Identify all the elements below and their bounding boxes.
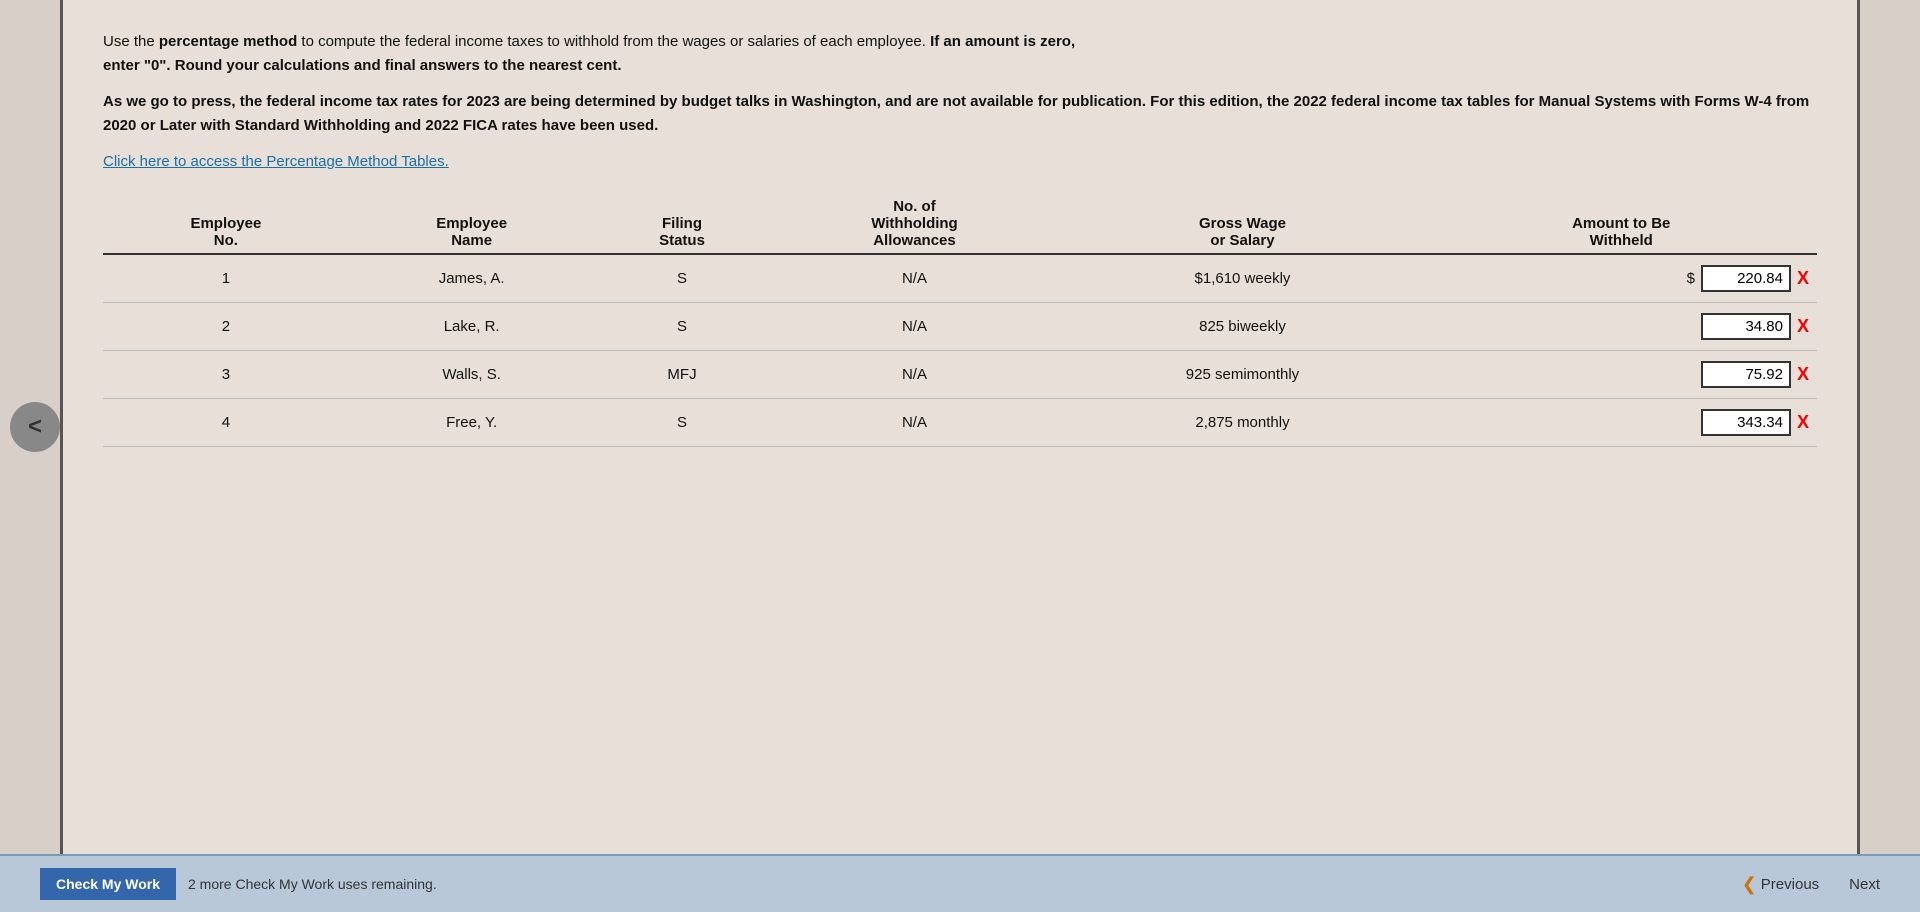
cell-emp-no-3: 4: [103, 399, 349, 447]
remaining-uses-text: 2 more Check My Work uses remaining.: [188, 876, 437, 892]
cell-emp-name-0: James, A.: [349, 254, 595, 303]
col-employee-no-header: Employee: [103, 194, 349, 232]
cell-allowances-0: N/A: [769, 254, 1059, 303]
cell-filing-status-3: S: [595, 399, 770, 447]
percentage-method-link[interactable]: Click here to access the Percentage Meth…: [103, 150, 1817, 174]
col-employee-name-header: Employee: [349, 194, 595, 232]
cell-allowances-2: N/A: [769, 351, 1059, 399]
data-table-wrapper: Employee Employee Filing No. of Withhold…: [103, 194, 1817, 447]
next-label: Next: [1849, 876, 1880, 893]
cell-amount-2: X: [1426, 351, 1818, 399]
cell-emp-no-1: 2: [103, 303, 349, 351]
left-chevron-icon: <: [28, 413, 42, 441]
col-no-subheader: No.: [103, 232, 349, 254]
col-allowances-subheader: Allowances: [769, 232, 1059, 254]
intro-para-1: Use the percentage method to compute the…: [103, 30, 1817, 78]
footer-right: ❮ Previous Next: [1742, 874, 1880, 895]
cell-emp-name-3: Free, Y.: [349, 399, 595, 447]
left-nav-arrow[interactable]: <: [10, 402, 60, 452]
cell-allowances-1: N/A: [769, 303, 1059, 351]
footer-bar: Check My Work 2 more Check My Work uses …: [0, 854, 1920, 912]
cell-emp-no-2: 3: [103, 351, 349, 399]
check-my-work-button[interactable]: Check My Work: [40, 868, 176, 900]
cell-emp-name-2: Walls, S.: [349, 351, 595, 399]
previous-label: Previous: [1761, 876, 1819, 893]
intro-para-2: As we go to press, the federal income ta…: [103, 90, 1817, 138]
cell-amount-3: X: [1426, 399, 1818, 447]
col-filing-status-header: Filing: [595, 194, 770, 232]
col-salary-subheader: or Salary: [1059, 232, 1425, 254]
col-withheld-subheader: Withheld: [1426, 232, 1818, 254]
cell-wage-1: 825 biweekly: [1059, 303, 1425, 351]
cell-amount-0: $ X: [1426, 254, 1818, 303]
col-withholding-allowances-header: No. of Withholding: [769, 194, 1059, 232]
cell-emp-name-1: Lake, R.: [349, 303, 595, 351]
col-amount-withheld-header: Amount to Be: [1426, 194, 1818, 232]
table-header-row-1: Employee Employee Filing No. of Withhold…: [103, 194, 1817, 232]
cell-filing-status-2: MFJ: [595, 351, 770, 399]
cell-wage-0: $1,610 weekly: [1059, 254, 1425, 303]
col-name-subheader: Name: [349, 232, 595, 254]
amount-input-2[interactable]: [1701, 361, 1791, 388]
footer-left: Check My Work 2 more Check My Work uses …: [40, 868, 437, 900]
cell-wage-2: 925 semimonthly: [1059, 351, 1425, 399]
cell-wage-3: 2,875 monthly: [1059, 399, 1425, 447]
table-row: 4 Free, Y. S N/A 2,875 monthly X: [103, 399, 1817, 447]
cell-emp-no-0: 1: [103, 254, 349, 303]
cell-filing-status-1: S: [595, 303, 770, 351]
cell-allowances-3: N/A: [769, 399, 1059, 447]
amount-input-0[interactable]: [1701, 265, 1791, 292]
clear-button-2[interactable]: X: [1797, 364, 1809, 385]
amount-input-1[interactable]: [1701, 313, 1791, 340]
col-status-subheader: Status: [595, 232, 770, 254]
amount-input-3[interactable]: [1701, 409, 1791, 436]
next-button[interactable]: Next: [1849, 876, 1880, 893]
intro-section: Use the percentage method to compute the…: [103, 30, 1817, 174]
dollar-sign: $: [1687, 270, 1695, 287]
table-row: 3 Walls, S. MFJ N/A 925 semimonthly X: [103, 351, 1817, 399]
clear-button-1[interactable]: X: [1797, 316, 1809, 337]
table-row: 2 Lake, R. S N/A 825 biweekly X: [103, 303, 1817, 351]
employees-table: Employee Employee Filing No. of Withhold…: [103, 194, 1817, 447]
previous-chevron-icon: ❮: [1742, 874, 1757, 895]
previous-button[interactable]: ❮ Previous: [1742, 874, 1819, 895]
table-row: 1 James, A. S N/A $1,610 weekly $ X: [103, 254, 1817, 303]
clear-button-3[interactable]: X: [1797, 412, 1809, 433]
clear-button-0[interactable]: X: [1797, 268, 1809, 289]
cell-filing-status-0: S: [595, 254, 770, 303]
cell-amount-1: X: [1426, 303, 1818, 351]
table-header-row-2: No. Name Status Allowances or Salary Wit…: [103, 232, 1817, 254]
col-gross-wage-header: Gross Wage: [1059, 194, 1425, 232]
